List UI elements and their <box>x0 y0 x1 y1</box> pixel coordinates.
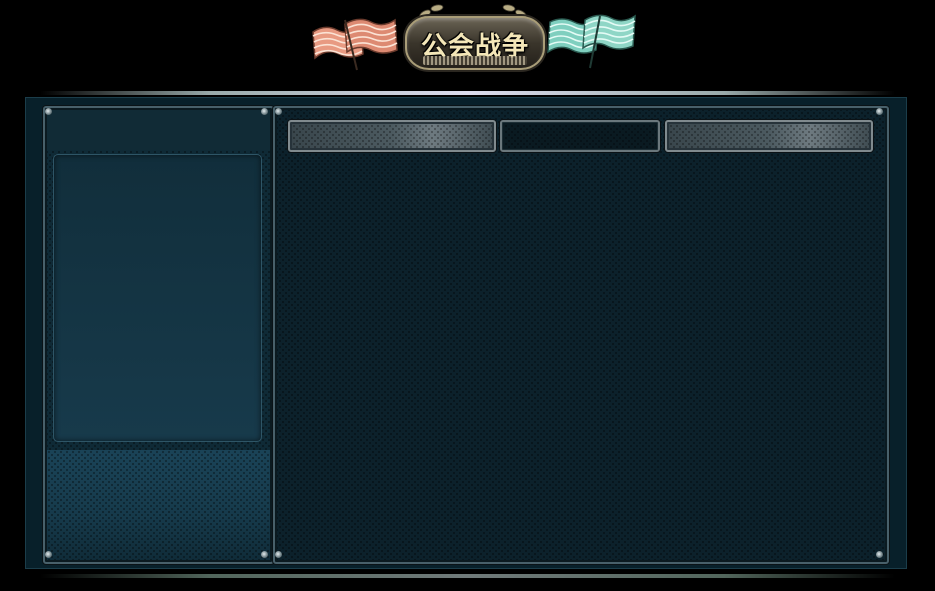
left-panel-header <box>47 110 270 150</box>
left-panel-footer <box>47 450 270 560</box>
rivet-icon <box>275 551 282 558</box>
left-flags-icon <box>312 18 398 71</box>
tab-2[interactable] <box>500 120 660 152</box>
tab-3[interactable] <box>665 120 873 152</box>
tab-1[interactable] <box>288 120 496 152</box>
right-flags-icon <box>547 14 636 69</box>
rivet-icon <box>275 108 282 115</box>
rivet-icon <box>45 108 52 115</box>
rivet-icon <box>45 551 52 558</box>
rivet-icon <box>261 551 268 558</box>
bottom-divider <box>40 574 895 578</box>
rivet-icon <box>876 551 883 558</box>
left-panel <box>43 106 274 564</box>
top-divider <box>40 91 895 95</box>
content-panel <box>273 106 889 564</box>
guild-war-banner: 公会战争 <box>305 2 640 74</box>
title-plate: 公会战争 <box>405 16 545 70</box>
title-grill <box>423 56 527 65</box>
rivet-icon <box>261 108 268 115</box>
guild-info-card <box>53 154 262 442</box>
rivet-icon <box>876 108 883 115</box>
